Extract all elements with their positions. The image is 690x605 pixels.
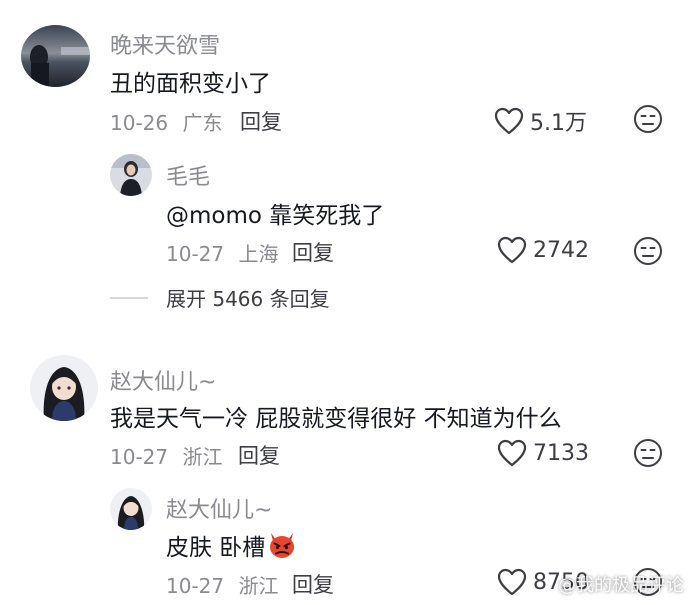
dislike-button[interactable]	[633, 438, 663, 468]
heart-icon	[497, 236, 527, 264]
watermark: @我的极品评论	[558, 575, 684, 596]
avatar-photo	[110, 488, 152, 530]
comment-text: 丑的面积变小了	[110, 71, 271, 97]
avatar-photo	[30, 355, 98, 421]
heart-icon	[497, 568, 527, 596]
reply-button[interactable]: 回复	[292, 569, 334, 599]
heart-icon	[497, 439, 527, 467]
like-count: 2742	[533, 237, 589, 263]
avatar[interactable]	[21, 25, 90, 87]
comment-date: 10-26	[110, 111, 169, 135]
avatar[interactable]	[30, 355, 98, 421]
comment-location: 广东	[182, 111, 223, 135]
comment-meta: 10-26 广东	[110, 107, 222, 136]
comment-meta: 10-27 上海	[166, 238, 278, 267]
divider	[110, 296, 148, 299]
comment-date: 10-27	[166, 574, 225, 598]
comment-meta: 10-27 浙江	[110, 441, 222, 470]
comment-text: 我是天气一冷 屁股就变得很好 不知道为什么	[110, 406, 562, 432]
comment-text: @momo 靠笑死我了	[166, 203, 385, 229]
comment-date: 10-27	[110, 445, 169, 469]
dislike-face-icon	[634, 439, 662, 467]
dislike-button[interactable]	[633, 104, 663, 134]
like-button[interactable]: 2742	[497, 236, 589, 264]
expand-replies-button[interactable]: 展开 5466 条回复	[110, 283, 330, 312]
comment-location: 上海	[238, 242, 279, 266]
username[interactable]: 赵大仙儿~	[166, 492, 272, 524]
username[interactable]: 赵大仙儿~	[110, 364, 216, 396]
heart-icon	[494, 107, 524, 135]
reply-button[interactable]: 回复	[292, 237, 334, 267]
avatar[interactable]	[110, 154, 152, 196]
avatar-photo	[110, 154, 152, 196]
dislike-face-icon	[634, 105, 662, 133]
like-button[interactable]: 7133	[497, 439, 589, 467]
comment-location: 浙江	[182, 445, 223, 469]
comment-text: 皮肤 卧槽	[166, 528, 297, 562]
expand-replies-label: 展开 5466 条回复	[166, 287, 330, 311]
like-count: 5.1万	[530, 111, 587, 136]
dislike-face-icon	[634, 237, 662, 265]
avatar[interactable]	[110, 488, 152, 530]
username[interactable]: 晚来天欲雪	[110, 28, 220, 60]
comment-date: 10-27	[166, 242, 225, 266]
reply-button[interactable]: 回复	[238, 440, 280, 470]
comment-meta: 10-27 浙江	[166, 570, 278, 599]
like-button[interactable]: 5.1万	[494, 105, 587, 137]
dislike-button[interactable]	[633, 236, 663, 266]
username[interactable]: 毛毛	[166, 159, 210, 191]
comment-text-body: 皮肤 卧槽	[166, 535, 266, 561]
reply-button[interactable]: 回复	[240, 106, 282, 136]
avatar-photo	[21, 25, 90, 87]
like-count: 7133	[533, 440, 589, 466]
comment-location: 浙江	[238, 574, 279, 598]
angry-devil-emoji	[270, 533, 295, 558]
